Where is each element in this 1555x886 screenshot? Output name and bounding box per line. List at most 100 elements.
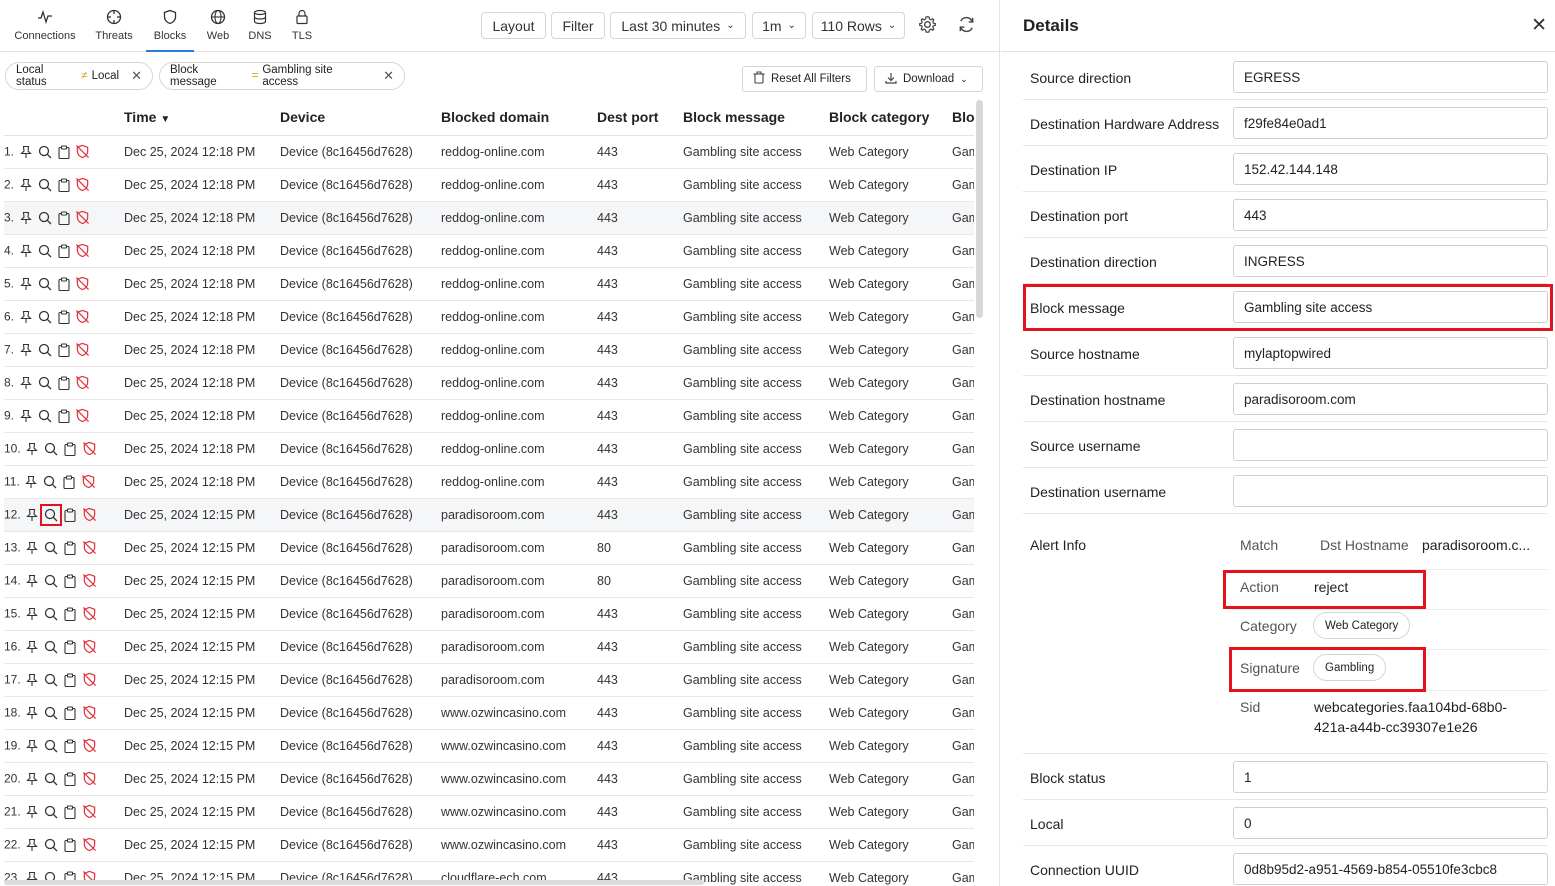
pin-icon[interactable]	[18, 408, 34, 424]
settings-button[interactable]	[914, 12, 940, 39]
search-icon[interactable]	[43, 573, 59, 589]
search-icon[interactable]	[37, 276, 53, 292]
block-shield-icon[interactable]	[80, 474, 96, 490]
pin-icon[interactable]	[18, 177, 34, 193]
table-row[interactable]: 17. Dec 25, 2024 12:15 PM Device (8c16456…	[4, 663, 974, 697]
detail-value-field[interactable]: 152.42.144.148	[1233, 153, 1548, 185]
refresh-button[interactable]	[953, 12, 979, 39]
block-shield-icon[interactable]	[81, 507, 97, 523]
clipboard-icon[interactable]	[56, 408, 72, 424]
cell-dest-port[interactable]: 443	[597, 201, 683, 235]
block-shield-icon[interactable]	[81, 639, 97, 655]
vertical-scrollbar[interactable]	[976, 100, 983, 318]
table-row[interactable]: 22. Dec 25, 2024 12:15 PM Device (8c16456…	[4, 828, 974, 862]
block-shield-icon[interactable]	[75, 375, 91, 391]
search-icon[interactable]	[37, 375, 53, 391]
detail-value-field[interactable]	[1233, 475, 1548, 507]
clipboard-icon[interactable]	[62, 639, 78, 655]
tab-tls[interactable]: TLS	[288, 0, 316, 52]
table-row[interactable]: 7. Dec 25, 2024 12:18 PM Device (8c16456d…	[4, 333, 974, 367]
table-row[interactable]: 21. Dec 25, 2024 12:15 PM Device (8c16456…	[4, 795, 974, 829]
clipboard-icon[interactable]	[56, 243, 72, 259]
pin-icon[interactable]	[18, 210, 34, 226]
header-time[interactable]: Time ▼	[124, 99, 280, 136]
search-icon[interactable]	[37, 243, 53, 259]
block-shield-icon[interactable]	[81, 540, 97, 556]
header-dest-port[interactable]: Dest port	[597, 99, 683, 136]
interval-select[interactable]: 1m ⌄	[752, 12, 806, 39]
search-icon[interactable]	[43, 738, 59, 754]
time-range-select[interactable]: Last 30 minutes ⌄	[610, 12, 746, 39]
search-icon[interactable]	[43, 441, 59, 457]
table-row[interactable]: 20. Dec 25, 2024 12:15 PM Device (8c16456…	[4, 762, 974, 796]
layout-button[interactable]: Layout	[481, 12, 546, 39]
table-row[interactable]: 8. Dec 25, 2024 12:18 PM Device (8c16456d…	[4, 366, 974, 400]
table-row[interactable]: 12. Dec 25, 2024 12:15 PM Device (8c16456…	[4, 498, 974, 532]
table-row[interactable]: 15. Dec 25, 2024 12:15 PM Device (8c16456…	[4, 597, 974, 631]
table-row[interactable]: 1. Dec 25, 2024 12:18 PM Device (8c16456d…	[4, 135, 974, 169]
table-row[interactable]: 19. Dec 25, 2024 12:15 PM Device (8c16456…	[4, 729, 974, 763]
table-row[interactable]: 13. Dec 25, 2024 12:15 PM Device (8c16456…	[4, 531, 974, 565]
search-icon[interactable]	[37, 342, 53, 358]
clipboard-icon[interactable]	[62, 837, 78, 853]
block-shield-icon[interactable]	[75, 342, 91, 358]
table-row[interactable]: 2. Dec 25, 2024 12:18 PM Device (8c16456d…	[4, 168, 974, 202]
filter-chip-block-message[interactable]: Block message = Gambling site access ✕	[159, 62, 405, 90]
block-shield-icon[interactable]	[75, 144, 91, 160]
block-shield-icon[interactable]	[81, 606, 97, 622]
search-icon[interactable]	[37, 210, 53, 226]
block-shield-icon[interactable]	[75, 309, 91, 325]
pin-icon[interactable]	[24, 771, 40, 787]
detail-value-field[interactable]: 0	[1233, 807, 1548, 839]
pin-icon[interactable]	[18, 375, 34, 391]
detail-value-field[interactable]: EGRESS	[1233, 61, 1548, 93]
block-shield-icon[interactable]	[81, 441, 97, 457]
pin-icon[interactable]	[24, 507, 40, 523]
pin-icon[interactable]	[18, 342, 34, 358]
clipboard-icon[interactable]	[56, 276, 72, 292]
pin-icon[interactable]	[24, 672, 40, 688]
header-device[interactable]: Device	[280, 99, 441, 136]
table-row[interactable]: 5. Dec 25, 2024 12:18 PM Device (8c16456d…	[4, 267, 974, 301]
clipboard-icon[interactable]	[56, 144, 72, 160]
search-icon[interactable]	[43, 672, 59, 688]
filter-chip-local-status[interactable]: Local status ≠ Local ✕	[5, 62, 153, 90]
header-blocked-domain[interactable]: Blocked domain	[441, 99, 597, 136]
close-icon[interactable]: ✕	[131, 68, 142, 84]
clipboard-icon[interactable]	[56, 342, 72, 358]
pin-icon[interactable]	[24, 606, 40, 622]
tab-threats[interactable]: Threats	[92, 0, 136, 52]
table-row[interactable]: 18. Dec 25, 2024 12:15 PM Device (8c16456…	[4, 696, 974, 730]
search-icon[interactable]	[37, 408, 53, 424]
header-block-message[interactable]: Block message	[683, 99, 829, 136]
clipboard-icon[interactable]	[61, 474, 77, 490]
pin-icon[interactable]	[18, 144, 34, 160]
pin-icon[interactable]	[18, 243, 34, 259]
clipboard-icon[interactable]	[62, 672, 78, 688]
tab-connections[interactable]: Connections	[12, 0, 78, 52]
table-row[interactable]: 3. Dec 25, 2024 12:18 PM Device (8c16456d…	[4, 201, 974, 235]
header-block-signature[interactable]: Blo	[952, 99, 974, 136]
clipboard-icon[interactable]	[56, 177, 72, 193]
table-row[interactable]: 14. Dec 25, 2024 12:15 PM Device (8c16456…	[4, 564, 974, 598]
search-icon[interactable]	[43, 771, 59, 787]
block-shield-icon[interactable]	[75, 276, 91, 292]
pin-icon[interactable]	[18, 309, 34, 325]
detail-value-field[interactable]: 1	[1233, 761, 1548, 793]
clipboard-icon[interactable]	[56, 375, 72, 391]
block-shield-icon[interactable]	[75, 210, 91, 226]
pin-icon[interactable]	[24, 804, 40, 820]
pin-icon[interactable]	[24, 705, 40, 721]
detail-value-field[interactable]: 0d8b95d2-a951-4569-b854-05510fe3cbc8	[1233, 853, 1548, 885]
table-row[interactable]: 10. Dec 25, 2024 12:18 PM Device (8c16456…	[4, 432, 974, 466]
search-icon[interactable]	[37, 177, 53, 193]
close-icon[interactable]: ✕	[383, 68, 394, 84]
table-row[interactable]: 4. Dec 25, 2024 12:18 PM Device (8c16456d…	[4, 234, 974, 268]
detail-value-field[interactable]: INGRESS	[1233, 245, 1548, 277]
block-shield-icon[interactable]	[81, 837, 97, 853]
clipboard-icon[interactable]	[56, 210, 72, 226]
pin-icon[interactable]	[24, 441, 40, 457]
header-block-category[interactable]: Block category	[829, 99, 952, 136]
clipboard-icon[interactable]	[62, 441, 78, 457]
clipboard-icon[interactable]	[62, 804, 78, 820]
